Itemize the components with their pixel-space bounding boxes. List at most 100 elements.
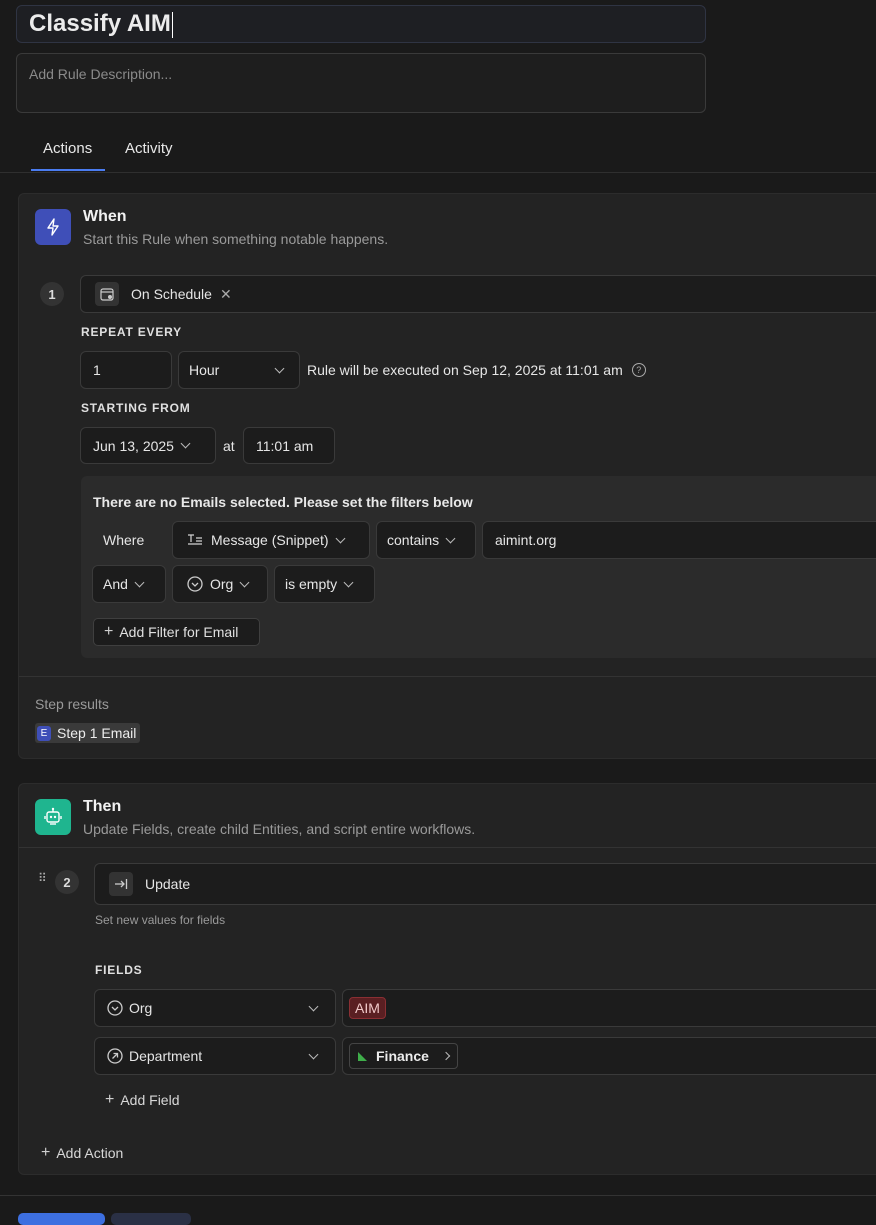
save-button[interactable] bbox=[18, 1213, 105, 1225]
field-select-department[interactable]: Department bbox=[94, 1037, 336, 1075]
filter-conjunction-select[interactable]: And bbox=[92, 565, 166, 603]
start-date-picker[interactable]: Jun 13, 2025 bbox=[80, 427, 216, 464]
filter-value-text: aimint.org bbox=[495, 532, 557, 548]
field-value-department[interactable]: Finance bbox=[342, 1037, 876, 1075]
add-action-label: Add Action bbox=[56, 1145, 124, 1161]
start-time-value: 11:01 am bbox=[256, 437, 314, 454]
then-subtitle: Update Fields, create child Entities, an… bbox=[83, 821, 476, 837]
add-filter-button[interactable]: + Add Filter for Email bbox=[93, 618, 260, 646]
cancel-button[interactable] bbox=[111, 1213, 191, 1225]
fields-label: FIELDS bbox=[95, 963, 143, 977]
chevron-down-icon bbox=[308, 1049, 319, 1059]
department-tag-label: Finance bbox=[376, 1048, 429, 1064]
chevron-down-icon bbox=[239, 577, 250, 587]
circle-chevron-icon bbox=[187, 576, 203, 592]
when-subtitle: Start this Rule when something notable h… bbox=[83, 231, 389, 247]
start-time-input[interactable]: 11:01 am bbox=[243, 427, 335, 464]
text-lines-icon bbox=[187, 534, 203, 546]
plus-icon: + bbox=[105, 1091, 115, 1108]
add-action-button[interactable]: + Add Action bbox=[41, 1144, 123, 1162]
filter2-field-value: Org bbox=[210, 576, 234, 592]
filter-conjunction-value: And bbox=[103, 576, 128, 592]
starting-from-label: STARTING FROM bbox=[81, 401, 191, 415]
step-number-badge: 1 bbox=[40, 282, 64, 306]
repeat-interval-input[interactable]: 1 bbox=[80, 351, 172, 389]
filter2-field-select[interactable]: Org bbox=[172, 565, 268, 603]
at-label: at bbox=[223, 438, 235, 454]
then-card bbox=[18, 783, 876, 1175]
rule-title-text: Classify AIM bbox=[29, 10, 171, 37]
action-subtitle: Set new values for fields bbox=[95, 913, 226, 927]
repeat-interval-value: 1 bbox=[93, 362, 101, 378]
filter-value-input[interactable]: aimint.org bbox=[482, 521, 876, 559]
repeat-unit-select[interactable]: Hour bbox=[178, 351, 300, 389]
filter-notice: There are no Emails selected. Please set… bbox=[93, 494, 473, 510]
circle-arrow-icon bbox=[107, 1048, 123, 1064]
lightning-icon bbox=[35, 209, 71, 245]
tabs-divider bbox=[0, 172, 876, 173]
chevron-down-icon bbox=[343, 577, 354, 587]
tab-actions[interactable]: Actions bbox=[43, 140, 92, 157]
robot-icon bbox=[35, 799, 71, 835]
chevron-down-icon bbox=[308, 1001, 319, 1011]
arrow-right-bar-icon bbox=[109, 872, 133, 896]
trigger-label: On Schedule bbox=[131, 286, 212, 302]
when-divider bbox=[19, 676, 876, 677]
filter-field-value: Message (Snippet) bbox=[211, 532, 329, 548]
start-date-value: Jun 13, 2025 bbox=[93, 437, 174, 454]
execution-note: Rule will be executed on Sep 12, 2025 at… bbox=[307, 362, 646, 378]
rule-title-input[interactable]: Classify AIM bbox=[16, 5, 706, 43]
chevron-right-icon bbox=[441, 1051, 451, 1061]
org-tag-aim: AIM bbox=[349, 997, 386, 1019]
chevron-down-icon bbox=[445, 533, 456, 543]
chevron-down-icon bbox=[180, 438, 191, 449]
field-select-org[interactable]: Org bbox=[94, 989, 336, 1027]
add-field-label: Add Field bbox=[120, 1092, 180, 1108]
tab-activity[interactable]: Activity bbox=[125, 140, 173, 157]
add-filter-label: Add Filter for Email bbox=[119, 624, 239, 640]
tab-actions-label: Actions bbox=[43, 140, 93, 157]
field-value-org[interactable]: AIM bbox=[342, 989, 876, 1027]
chevron-down-icon bbox=[274, 363, 285, 373]
department-tag-finance[interactable]: Finance bbox=[349, 1043, 458, 1069]
circle-chevron-icon bbox=[107, 1000, 123, 1016]
active-tab-indicator bbox=[31, 169, 105, 171]
filter-operator-select[interactable]: contains bbox=[376, 521, 476, 559]
filter2-operator-value: is empty bbox=[285, 576, 338, 592]
when-title: When bbox=[83, 208, 127, 225]
close-icon[interactable]: ✕ bbox=[220, 286, 232, 303]
repeat-unit-value: Hour bbox=[189, 362, 220, 378]
step-result-chip[interactable]: E Step 1 Email bbox=[35, 723, 141, 743]
filter-field-select[interactable]: Message (Snippet) bbox=[172, 521, 370, 559]
then-divider bbox=[19, 847, 876, 848]
action-type-label: Update bbox=[145, 876, 191, 892]
step2-number-badge: 2 bbox=[55, 870, 79, 894]
step-results-label: Step results bbox=[35, 696, 109, 712]
add-field-button[interactable]: + Add Field bbox=[105, 1091, 180, 1109]
then-title: Then bbox=[83, 798, 122, 815]
filter-operator-value: contains bbox=[387, 532, 440, 548]
rule-description-placeholder: Add Rule Description... bbox=[29, 66, 173, 82]
triangle-flag-icon bbox=[358, 1051, 367, 1061]
action-type-selector[interactable]: Update bbox=[94, 863, 876, 905]
email-entity-icon: E bbox=[37, 725, 51, 741]
calendar-icon bbox=[95, 282, 119, 306]
plus-icon: + bbox=[41, 1144, 51, 1161]
plus-icon: + bbox=[104, 623, 114, 640]
rule-description-input[interactable]: Add Rule Description... bbox=[16, 53, 706, 113]
footer-divider bbox=[0, 1195, 876, 1196]
trigger-selector[interactable]: On Schedule ✕ bbox=[80, 275, 876, 313]
repeat-every-label: REPEAT EVERY bbox=[81, 325, 182, 339]
filter2-operator-select[interactable]: is empty bbox=[274, 565, 375, 603]
chevron-down-icon bbox=[134, 577, 145, 587]
execution-note-text: Rule will be executed on Sep 12, 2025 at… bbox=[307, 362, 623, 378]
field-name-org: Org bbox=[129, 1000, 153, 1016]
filter-where-label: Where bbox=[103, 532, 145, 548]
field-name-department: Department bbox=[129, 1048, 203, 1064]
tab-activity-label: Activity bbox=[125, 140, 173, 157]
chevron-down-icon bbox=[335, 533, 345, 543]
drag-handle-icon[interactable]: ⠿ bbox=[38, 872, 47, 884]
text-caret bbox=[171, 11, 173, 38]
help-icon[interactable]: ? bbox=[631, 363, 646, 377]
step-result-label: Step 1 Email bbox=[57, 725, 137, 741]
